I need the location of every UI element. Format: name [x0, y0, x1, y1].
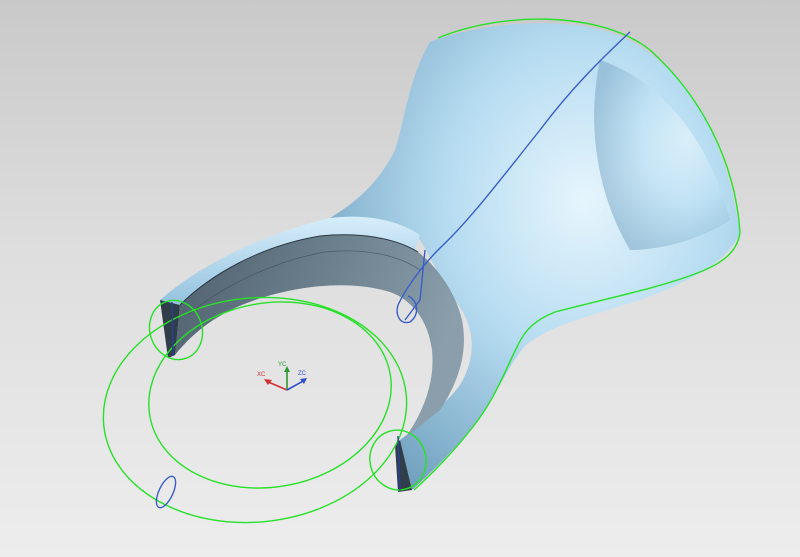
- model-scene[interactable]: XC YC ZC: [0, 0, 800, 557]
- triad-y-label: YC: [278, 362, 287, 368]
- triad-x-arrow-icon: [264, 379, 272, 385]
- triad-z-label: ZC: [298, 371, 307, 377]
- graphics-viewport[interactable]: XC YC ZC: [0, 0, 800, 557]
- triad-x-label: XC: [257, 372, 266, 378]
- coordinate-triad: XC YC ZC: [257, 362, 307, 391]
